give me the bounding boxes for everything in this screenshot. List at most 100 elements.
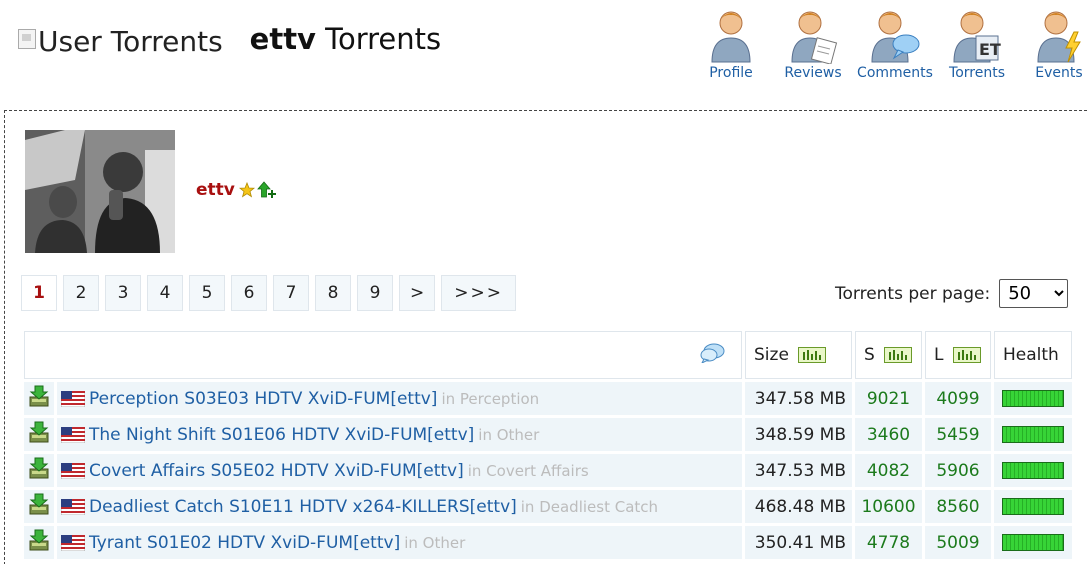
us-flag-icon [61,534,85,551]
page-7-button[interactable]: 7 [273,275,309,311]
torrent-name-link[interactable]: Deadliest Catch S10E11 HDTV x264-KILLERS… [89,497,517,517]
torrent-name-link[interactable]: Tyrant S01E02 HDTV XviD-FUM[ettv] [89,533,400,553]
table-row: Deadliest Catch S10E11 HDTV x264-KILLERS… [24,490,1072,523]
seeders-cell: 9021 [855,382,922,415]
user-info: ettv [196,180,277,200]
table-header-row: Size S L Health [24,331,1072,379]
health-header: Health [994,331,1072,379]
page-9-button[interactable]: 9 [357,275,393,311]
health-bar [1002,498,1064,515]
avatar [25,130,175,253]
leechers-header-label: L [934,345,944,365]
size-header[interactable]: Size [745,331,852,379]
page-3-button[interactable]: 3 [105,275,141,311]
page-header: User Torrents ettv Torrents [18,22,441,58]
sort-bars-icon[interactable] [884,347,913,363]
health-cell [994,526,1072,559]
size-cell: 347.58 MB [745,382,852,415]
page-title-username: ettv [249,22,316,56]
download-icon[interactable] [29,529,49,551]
page-8-button[interactable]: 8 [315,275,351,311]
comments-bubble-icon[interactable] [699,343,725,364]
download-cell [24,454,54,487]
download-icon[interactable] [29,493,49,515]
torrent-name-cell: Tyrant S01E02 HDTV XviD-FUM[ettv] in Othe… [57,526,742,559]
next-page-button[interactable]: > [399,275,436,311]
torrent-name-cell: Perception S03E03 HDTV XviD-FUM[ettv] in … [57,382,742,415]
nav-reviews-label: Reviews [784,65,842,81]
sort-bars-icon[interactable] [952,347,981,363]
profile-nav: Profile Reviews Comments ET Torrents Eve… [690,6,1087,81]
seeders-cell: 10600 [855,490,922,523]
page-title: ettv Torrents [250,22,441,56]
health-bar [1002,534,1064,551]
page-6-button[interactable]: 6 [231,275,267,311]
torrent-name-link[interactable]: Covert Affairs S05E02 HDTV XviD-FUM[ettv… [89,461,464,481]
nav-comments[interactable]: Comments [854,6,936,81]
svg-text:ET: ET [979,40,1001,59]
us-flag-icon [61,390,85,407]
download-icon[interactable] [29,421,49,443]
table-row: Perception S03E03 HDTV XviD-FUM[ettv] in … [24,382,1072,415]
leechers-cell: 5459 [925,418,991,451]
torrent-category-link[interactable]: in Covert Affairs [468,462,589,480]
health-bar [1002,426,1064,443]
seeders-cell: 4778 [855,526,922,559]
download-icon[interactable] [29,457,49,479]
comments-icon [871,11,920,63]
username[interactable]: ettv [196,180,235,200]
last-page-button[interactable]: >>> [441,275,516,311]
torrent-name-link[interactable]: Perception S03E03 HDTV XviD-FUM[ettv] [89,389,437,409]
nav-reviews[interactable]: Reviews [772,6,854,81]
torrent-category-link[interactable]: in Deadliest Catch [521,498,658,516]
nav-profile-label: Profile [709,65,753,81]
us-flag-icon [61,462,85,479]
nav-torrents[interactable]: ET Torrents [936,6,1018,81]
torrent-category-link[interactable]: in Other [404,534,465,552]
download-icon[interactable] [29,385,49,407]
size-cell: 350.41 MB [745,526,852,559]
health-bar [1002,390,1064,407]
health-bar [1002,462,1064,479]
per-page-control: Torrents per page: 50 [835,279,1069,308]
nav-comments-label: Comments [857,65,933,81]
download-cell [24,418,54,451]
broken-image-icon [18,29,36,49]
seeders-header[interactable]: S [855,331,922,379]
star-icon [238,182,255,198]
user-torrents-title-image: User Torrents [18,25,223,58]
health-cell [994,418,1072,451]
nav-events[interactable]: Events [1018,6,1087,81]
name-header [24,331,742,379]
page-1-button[interactable]: 1 [21,275,57,311]
download-cell [24,382,54,415]
page-5-button[interactable]: 5 [189,275,225,311]
torrent-name-cell: The Night Shift S01E06 HDTV XviD-FUM[ett… [57,418,742,451]
sort-bars-icon[interactable] [798,347,827,363]
leechers-cell: 5906 [925,454,991,487]
leechers-header[interactable]: L [925,331,991,379]
torrent-name-link[interactable]: The Night Shift S01E06 HDTV XviD-FUM[ett… [89,425,474,445]
leechers-cell: 5009 [925,526,991,559]
per-page-label: Torrents per page: [835,283,991,304]
health-cell [994,454,1072,487]
avatar-photo [25,130,175,253]
download-cell [24,490,54,523]
page-4-button[interactable]: 4 [147,275,183,311]
per-page-select[interactable]: 50 [999,279,1069,308]
torrent-name-cell: Covert Affairs S05E02 HDTV XviD-FUM[ettv… [57,454,742,487]
seeders-cell: 3460 [855,418,922,451]
us-flag-icon [61,426,85,443]
torrent-category-link[interactable]: in Perception [441,390,539,408]
size-cell: 347.53 MB [745,454,852,487]
leechers-cell: 4099 [925,382,991,415]
torrent-category-link[interactable]: in Other [478,426,539,444]
size-cell: 348.59 MB [745,418,852,451]
us-flag-icon [61,498,85,515]
size-cell: 468.48 MB [745,490,852,523]
seeders-header-label: S [864,345,875,365]
table-row: Tyrant S01E02 HDTV XviD-FUM[ettv] in Othe… [24,526,1072,559]
table-row: Covert Affairs S05E02 HDTV XviD-FUM[ettv… [24,454,1072,487]
nav-profile[interactable]: Profile [690,6,772,81]
page-2-button[interactable]: 2 [63,275,99,311]
